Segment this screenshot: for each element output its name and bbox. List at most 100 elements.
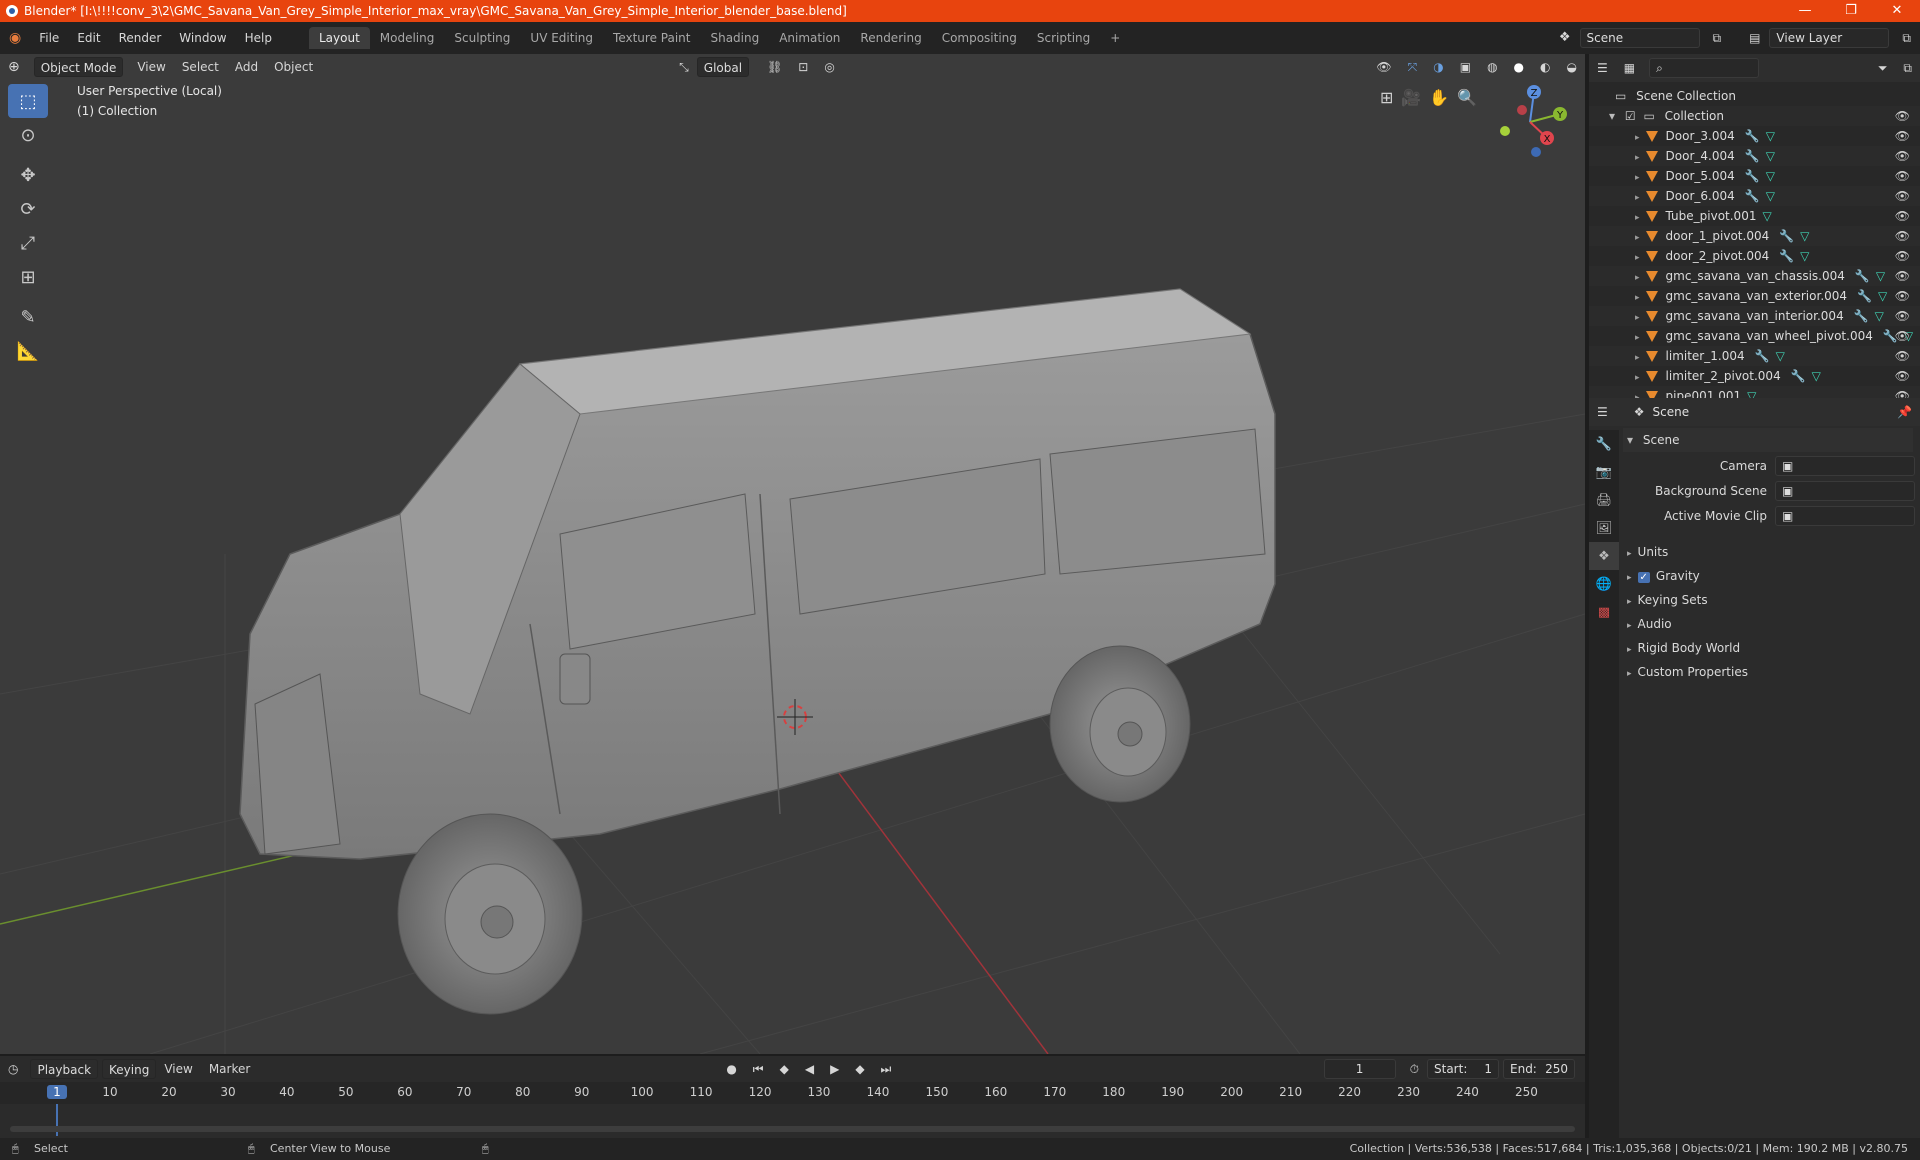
object-visibility-icon[interactable]: 👁 <box>1895 326 1910 346</box>
visibility-icon[interactable]: 👁 <box>1368 57 1399 77</box>
mesh-data-icon[interactable]: ▽ <box>1776 349 1785 363</box>
menu-view[interactable]: View <box>129 57 173 77</box>
object-visibility-icon[interactable]: 👁 <box>1895 226 1910 246</box>
jump-keyframe-back-icon[interactable]: ◆ <box>772 1059 797 1079</box>
start-frame-field[interactable]: Start: 1 <box>1427 1059 1499 1079</box>
tab-scripting[interactable]: Scripting <box>1027 27 1100 49</box>
3d-viewport[interactable]: ⊕ Object Mode View Select Add Object ⤡ G… <box>0 54 1585 1054</box>
maximize-button[interactable]: ❐ <box>1828 0 1874 22</box>
new-view-layer-icon[interactable]: ⧉ <box>1893 22 1920 54</box>
pin-icon[interactable]: 📌 <box>1889 402 1920 422</box>
object-visibility-icon[interactable]: 👁 <box>1895 266 1910 286</box>
object-visibility-icon[interactable]: 👁 <box>1895 246 1910 266</box>
mesh-data-icon[interactable]: ▽ <box>1875 309 1884 323</box>
outliner-object-row[interactable]: ▸ gmc_savana_van_wheel_pivot.004 🔧 ▽ 👁 <box>1589 326 1920 346</box>
outliner-object-row[interactable]: ▸ Door_6.004 🔧 ▽ 👁 <box>1589 186 1920 206</box>
menu-select[interactable]: Select <box>174 57 227 77</box>
tab-rendering[interactable]: Rendering <box>850 27 931 49</box>
timeline-scrollbar[interactable] <box>10 1126 1575 1132</box>
material-shading-icon[interactable]: ◐ <box>1532 57 1558 77</box>
mesh-data-icon[interactable]: ▽ <box>1762 209 1771 223</box>
tab-texture-paint[interactable]: Texture Paint <box>603 27 700 49</box>
outliner-object-row[interactable]: ▸ gmc_savana_van_exterior.004 🔧 ▽ 👁 <box>1589 286 1920 306</box>
move-tool-icon[interactable]: ✥ <box>8 158 48 192</box>
expand-object-icon[interactable]: ▸ <box>1635 173 1640 183</box>
object-visibility-icon[interactable]: 👁 <box>1895 286 1910 306</box>
object-visibility-icon[interactable]: 👁 <box>1895 206 1910 226</box>
mesh-data-icon[interactable]: ▽ <box>1812 369 1821 383</box>
mesh-data-icon[interactable]: ▽ <box>1766 129 1775 143</box>
annotate-tool-icon[interactable]: ✎ <box>8 300 48 334</box>
mesh-data-icon[interactable]: ▽ <box>1800 229 1809 243</box>
collection-visibility-icon[interactable]: 👁 <box>1895 106 1910 126</box>
expand-object-icon[interactable]: ▸ <box>1635 153 1640 163</box>
expand-object-icon[interactable]: ▸ <box>1635 213 1640 223</box>
tab-modeling[interactable]: Modeling <box>370 27 445 49</box>
mode-dropdown[interactable]: Object Mode <box>33 57 124 77</box>
tab-layout[interactable]: Layout <box>308 27 370 49</box>
mesh-data-icon[interactable]: ▽ <box>1876 269 1885 283</box>
scene-tab-icon[interactable]: ❖ <box>1589 542 1619 570</box>
marker-menu[interactable]: Marker <box>201 1059 258 1079</box>
camera-view-icon[interactable]: 🎥 <box>1401 88 1421 107</box>
modifier-icon[interactable]: 🔧 <box>1779 229 1794 243</box>
modifier-icon[interactable]: 🔧 <box>1745 169 1760 183</box>
subpanel-header[interactable]: ▸ Units <box>1623 540 1913 564</box>
property-value-field[interactable]: ▣ <box>1775 506 1915 526</box>
collection-checkbox[interactable]: ☑ <box>1625 109 1636 123</box>
outliner-object-row[interactable]: ▸ Door_4.004 🔧 ▽ 👁 <box>1589 146 1920 166</box>
filter-icon[interactable]: ⏷ <box>1870 58 1896 78</box>
expand-object-icon[interactable]: ▸ <box>1635 193 1640 203</box>
outliner-object-row[interactable]: ▸ limiter_1.004 🔧 ▽ 👁 <box>1589 346 1920 366</box>
auto-keying-icon[interactable]: ● <box>718 1059 744 1079</box>
proportional-edit-icon[interactable]: ◎ <box>816 57 842 77</box>
outliner-object-row[interactable]: ▸ gmc_savana_van_chassis.004 🔧 ▽ 👁 <box>1589 266 1920 286</box>
modifier-icon[interactable]: 🔧 <box>1854 309 1869 323</box>
modifier-icon[interactable]: 🔧 <box>1857 289 1872 303</box>
gravity-checkbox[interactable]: ✓ <box>1637 572 1650 583</box>
xray-toggle-icon[interactable]: ▣ <box>1452 57 1479 77</box>
current-frame-field[interactable]: 1 <box>1323 1059 1396 1079</box>
property-value-field[interactable]: ▣ <box>1775 456 1915 476</box>
new-scene-icon[interactable]: ⧉ <box>1704 22 1731 54</box>
menu-file[interactable]: File <box>30 22 68 54</box>
transform-orientation-icon[interactable]: ⤡ <box>671 57 697 77</box>
jump-keyframe-forward-icon[interactable]: ◆ <box>847 1059 872 1079</box>
keying-menu[interactable]: Keying <box>102 1059 157 1079</box>
outliner-object-row[interactable]: ▸ door_1_pivot.004 🔧 ▽ 👁 <box>1589 226 1920 246</box>
scene-selector-icon[interactable]: ❖ <box>1550 22 1580 54</box>
object-visibility-icon[interactable]: 👁 <box>1895 346 1910 366</box>
object-visibility-icon[interactable]: 👁 <box>1895 366 1910 386</box>
view-layer-icon[interactable]: ▤ <box>1740 22 1769 54</box>
outliner-object-row[interactable]: ▸ Tube_pivot.001 ▽ 👁 <box>1589 206 1920 226</box>
texture-tab-icon[interactable]: ▩ <box>1589 598 1619 626</box>
object-visibility-icon[interactable]: 👁 <box>1895 146 1910 166</box>
mesh-data-icon[interactable]: ▽ <box>1800 249 1809 263</box>
subpanel-header[interactable]: ▸ ✓ Gravity <box>1623 564 1913 588</box>
scene-name-field[interactable]: Scene <box>1579 28 1700 48</box>
outliner-object-row[interactable]: ▸ Door_5.004 🔧 ▽ 👁 <box>1589 166 1920 186</box>
zoom-view-icon[interactable]: 🔍 <box>1457 88 1477 107</box>
expand-object-icon[interactable]: ▸ <box>1635 233 1640 243</box>
tab-sculpting[interactable]: Sculpting <box>444 27 520 49</box>
subpanel-header[interactable]: ▸ Rigid Body World <box>1623 636 1913 660</box>
neg-y-axis-icon[interactable] <box>1500 126 1510 136</box>
expand-object-icon[interactable]: ▸ <box>1635 333 1640 343</box>
properties-editor-icon[interactable]: ☰ <box>1589 402 1616 422</box>
rotate-tool-icon[interactable]: ⟳ <box>8 192 48 226</box>
cursor-tool-icon[interactable]: ⊙ <box>8 118 48 152</box>
modifier-icon[interactable]: 🔧 <box>1745 129 1760 143</box>
select-box-tool-icon[interactable]: ⬚ <box>8 84 48 118</box>
modifier-icon[interactable]: 🔧 <box>1855 269 1870 283</box>
modifier-icon[interactable]: 🔧 <box>1745 189 1760 203</box>
tab-shading[interactable]: Shading <box>700 27 769 49</box>
scale-tool-icon[interactable]: ⤢ <box>8 226 48 260</box>
outliner-object-row[interactable]: ▸ limiter_2_pivot.004 🔧 ▽ 👁 <box>1589 366 1920 386</box>
outliner-object-row[interactable]: ▸ Door_3.004 🔧 ▽ 👁 <box>1589 126 1920 146</box>
transform-orientation-dropdown[interactable]: Global <box>696 57 750 77</box>
neg-z-axis-icon[interactable] <box>1531 147 1541 157</box>
play-reverse-icon[interactable]: ◀ <box>797 1059 822 1079</box>
area-divider[interactable] <box>1585 1056 1589 1138</box>
mesh-data-icon[interactable]: ▽ <box>1766 169 1775 183</box>
preview-range-icon[interactable]: ⏱ <box>1402 1059 1427 1079</box>
